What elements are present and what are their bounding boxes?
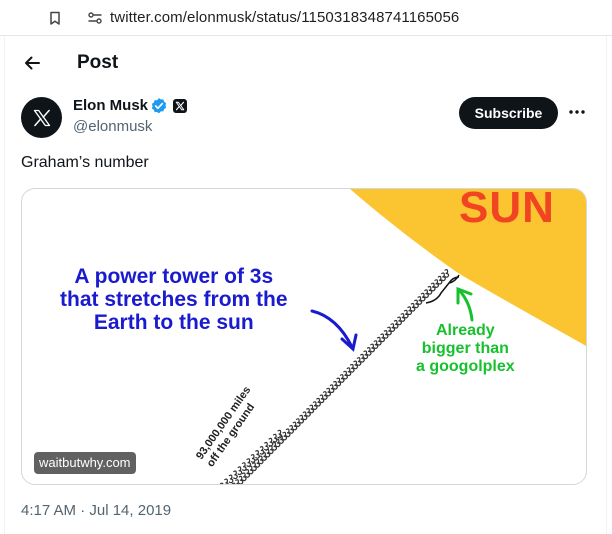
subscribe-button[interactable]: Subscribe [459,97,558,129]
author-name[interactable]: Elon Musk [73,97,148,114]
x-logo-icon [33,109,50,126]
bookmark-icon[interactable] [46,9,64,27]
avatar[interactable] [21,97,62,138]
more-horizontal-icon [569,110,585,114]
tweet-text: Graham’s number [21,154,149,171]
post-header: Post [0,36,612,89]
post-timestamp[interactable]: 4:17 AM · Jul 14, 2019 [21,502,171,519]
site-settings-icon[interactable] [86,9,104,27]
source-badge[interactable]: waitbutwhy.com [34,452,136,474]
tower-caption: A power tower of 3s that stretches from … [60,265,288,334]
column-border-left [4,36,5,534]
back-button[interactable] [18,50,46,76]
googol-caption-line-1: Already [435,322,495,339]
tower-caption-line-2: that stretches from the [60,288,288,311]
googol-caption: Already bigger than a googolplex [416,322,515,376]
page-title: Post [77,52,119,73]
affiliate-x-logo-icon[interactable] [173,99,187,113]
browser-address-bar: twitter.com/elonmusk/status/115031834874… [0,0,612,36]
tweet-media-image[interactable]: SUN A power tower of 3s that stretches f… [21,188,587,485]
arrow-left-icon [25,56,40,70]
tower-caption-line-3: Earth to the sun [93,311,254,334]
googol-caption-line-2: bigger than [421,340,509,357]
sun-label: SUN [459,188,555,232]
column-border-right [606,36,607,534]
tower-caption-line-1: A power tower of 3s [74,265,274,288]
author-handle[interactable]: @elonmusk [73,118,152,135]
green-arrow [456,286,474,322]
url-text[interactable]: twitter.com/elonmusk/status/115031834874… [110,9,459,26]
verified-badge-icon [150,97,168,115]
blue-arrow [310,309,358,352]
more-button[interactable] [566,101,588,123]
googol-caption-line-3: a googolplex [416,358,515,375]
